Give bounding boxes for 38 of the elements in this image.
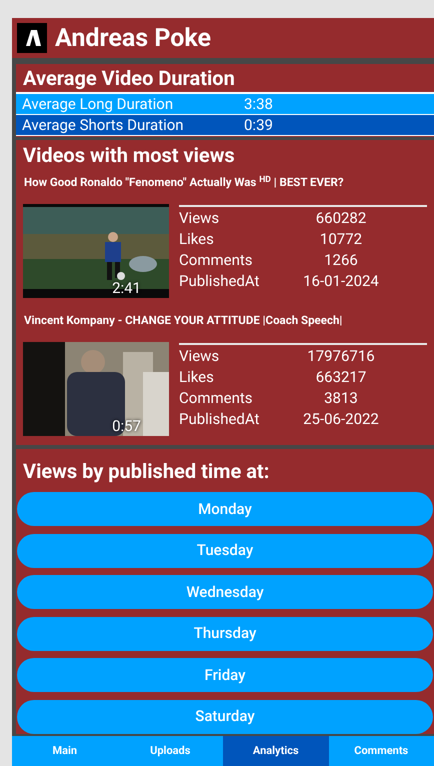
section-title: Views by published time at: (22, 458, 270, 485)
stat-label: Comments (179, 388, 254, 409)
duration-label: Average Shorts Duration (22, 114, 185, 136)
nav-tab[interactable]: Uploads (118, 736, 223, 766)
stat-label: Likes (179, 367, 215, 388)
video-duration: 2:41 (112, 281, 141, 296)
stat-value: 1266 (323, 250, 359, 271)
video-title: How Good Ronaldo "Fenomeno" Actually Was $^{HD}$ | BEST EVER? (23, 174, 345, 190)
day-button[interactable]: Tuesday (17, 534, 433, 568)
stat-label: PublishedAt (179, 271, 260, 292)
stat-label: Views (179, 208, 220, 229)
stat-value: 3813 (323, 388, 359, 409)
stat-label: Likes (179, 229, 215, 250)
stat-value: 663217 (314, 367, 368, 388)
stat-label: Views (179, 346, 220, 367)
day-button[interactable]: Wednesday (17, 575, 433, 609)
day-button[interactable]: Thursday (17, 616, 433, 650)
day-button[interactable]: Monday (17, 492, 433, 526)
stat-value: 10772 (318, 229, 364, 250)
day-button[interactable]: Saturday (17, 700, 433, 734)
nav-tab[interactable]: Analytics (223, 736, 328, 766)
day-button[interactable]: Friday (17, 658, 433, 692)
nav-tab[interactable]: Comments (328, 736, 434, 766)
duration-value: 0:39 (244, 114, 273, 136)
nav-tab[interactable]: Main (12, 736, 118, 766)
section-title: Videos with most views (23, 142, 236, 168)
stat-value: 16-01-2024 (302, 271, 380, 292)
logo-icon (17, 23, 47, 53)
stat-label: Comments (179, 250, 254, 271)
video-title: Vincent Kompany - CHANGE YOUR ATTITUDE |Coach Speech| (23, 312, 344, 328)
stat-label: PublishedAt (179, 409, 260, 430)
stat-value: 25-06-2022 (302, 409, 380, 430)
section-title: Average Video Duration (22, 65, 236, 91)
stat-value: 17976716 (306, 346, 376, 367)
duration-value: 3:38 (244, 94, 273, 115)
stat-value: 660282 (314, 208, 368, 229)
channel-title: Andreas Poke (55, 26, 212, 50)
duration-label: Average Long Duration (22, 94, 174, 115)
